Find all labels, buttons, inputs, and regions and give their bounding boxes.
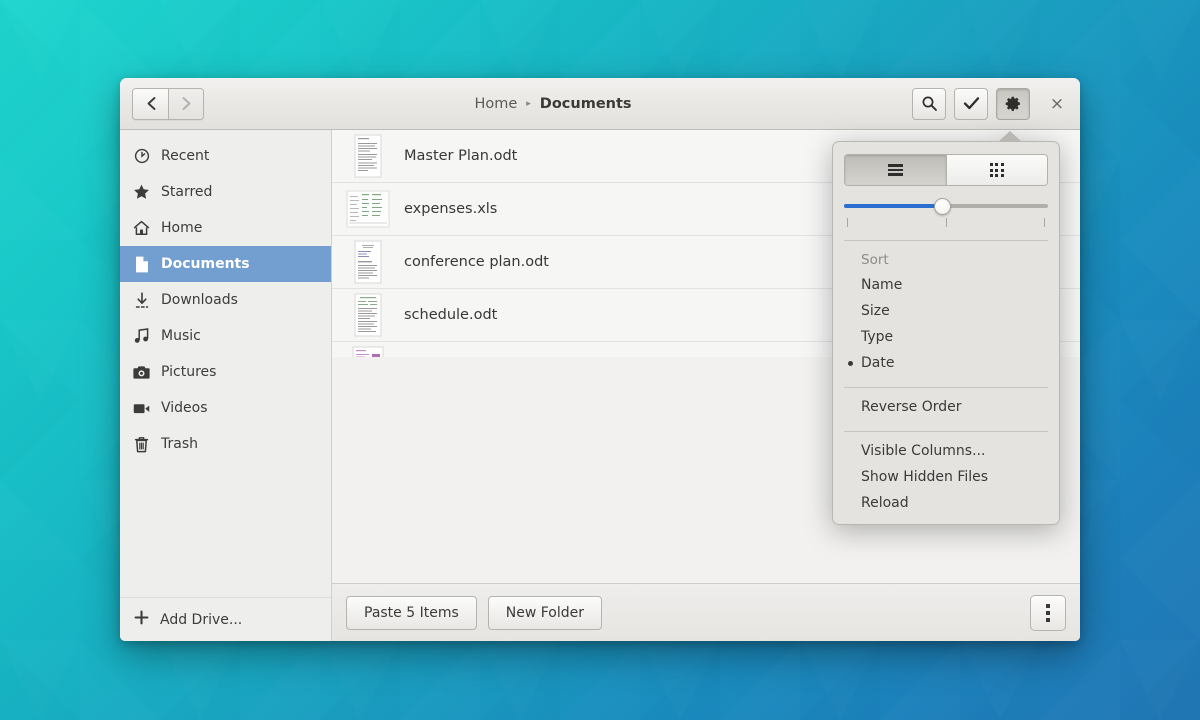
sort-option-label: Size	[861, 303, 890, 319]
chevron-left-icon	[145, 96, 157, 111]
vertical-dots-icon	[1046, 604, 1050, 622]
popover-divider	[844, 431, 1048, 432]
add-drive-label: Add Drive...	[160, 612, 242, 628]
sidebar-item-documents[interactable]: Documents	[120, 246, 331, 282]
home-icon	[133, 220, 150, 237]
sort-option-label: Date	[861, 355, 894, 371]
text-document-thumbnail-icon	[346, 134, 390, 178]
reverse-order-item[interactable]: Reverse Order	[833, 394, 1059, 420]
zoom-slider-container	[844, 199, 1048, 229]
popover-divider	[844, 240, 1048, 241]
breadcrumb-parent[interactable]: Home	[474, 96, 517, 112]
paste-items-button[interactable]: Paste 5 Items	[346, 596, 477, 630]
file-manager-window: Home ▸ Documents	[120, 78, 1080, 641]
sort-option-label: Name	[861, 277, 902, 293]
sort-option-name[interactable]: Name	[833, 272, 1059, 298]
sidebar-item-label: Music	[161, 328, 201, 344]
breadcrumb-current[interactable]: Documents	[540, 96, 632, 112]
sidebar-item-label: Recent	[161, 148, 209, 164]
header-actions: ×	[912, 88, 1070, 120]
desktop-background: Home ▸ Documents	[0, 0, 1200, 720]
popover-divider	[844, 387, 1048, 388]
sort-option-size[interactable]: Size	[833, 298, 1059, 324]
slider-fill	[844, 204, 942, 208]
document-icon	[133, 256, 150, 273]
header-bar: Home ▸ Documents	[120, 78, 1080, 130]
sort-header-label: Sort	[861, 252, 889, 268]
sidebar-item-trash[interactable]: Trash	[120, 426, 331, 462]
more-options-button[interactable]	[1030, 595, 1066, 631]
popover-body: Sort Name Size Type Date Reverse Orde	[832, 141, 1060, 525]
check-icon	[963, 96, 980, 111]
plus-icon	[134, 610, 149, 629]
pdf-document-thumbnail-icon	[346, 346, 390, 357]
music-icon	[133, 328, 150, 345]
sidebar-item-label: Pictures	[161, 364, 216, 380]
sidebar-item-label: Documents	[161, 256, 250, 272]
visible-columns-label: Visible Columns...	[861, 443, 985, 459]
sort-option-label: Type	[861, 329, 893, 345]
text-document-thumbnail-icon	[346, 293, 390, 337]
search-button[interactable]	[912, 88, 946, 120]
clock-icon	[133, 148, 150, 165]
breadcrumb-separator-icon: ▸	[526, 99, 531, 109]
grid-icon	[990, 163, 1004, 177]
text-document-thumbnail-icon	[346, 240, 390, 284]
video-icon	[133, 400, 150, 417]
slider-ticks	[844, 216, 1048, 229]
breadcrumb: Home ▸ Documents	[194, 96, 912, 112]
show-hidden-files-item[interactable]: Show Hidden Files	[833, 464, 1059, 490]
sidebar-item-label: Downloads	[161, 292, 238, 308]
list-view-button[interactable]	[845, 155, 946, 185]
select-button[interactable]	[954, 88, 988, 120]
action-bar: Paste 5 Items New Folder	[332, 583, 1080, 641]
popover-arrow	[998, 131, 1022, 142]
sidebar-item-recent[interactable]: Recent	[120, 138, 331, 174]
reload-item[interactable]: Reload	[833, 490, 1059, 516]
sidebar-item-label: Home	[161, 220, 202, 236]
sidebar-item-home[interactable]: Home	[120, 210, 331, 246]
add-drive-button[interactable]: Add Drive...	[120, 597, 331, 641]
download-icon	[133, 292, 150, 309]
paste-items-label: Paste 5 Items	[364, 605, 459, 621]
trash-icon	[133, 436, 150, 453]
sidebar-item-music[interactable]: Music	[120, 318, 331, 354]
reload-label: Reload	[861, 495, 909, 511]
radio-selected-icon	[848, 361, 853, 366]
back-button[interactable]	[133, 89, 168, 119]
view-options-button[interactable]	[996, 88, 1030, 120]
list-icon	[888, 164, 903, 176]
view-options-popover: Sort Name Size Type Date Reverse Orde	[832, 131, 1060, 525]
chevron-right-icon	[180, 96, 192, 111]
close-button[interactable]: ×	[1044, 89, 1070, 119]
grid-view-button[interactable]	[946, 155, 1048, 185]
sidebar-item-starred[interactable]: Starred	[120, 174, 331, 210]
sidebar-item-downloads[interactable]: Downloads	[120, 282, 331, 318]
sidebar-item-label: Trash	[161, 436, 198, 452]
visible-columns-item[interactable]: Visible Columns...	[833, 438, 1059, 464]
sort-option-type[interactable]: Type	[833, 324, 1059, 350]
new-folder-label: New Folder	[506, 605, 584, 621]
sidebar-item-label: Videos	[161, 400, 208, 416]
new-folder-button[interactable]: New Folder	[488, 596, 602, 630]
view-mode-toggle	[844, 154, 1048, 186]
sort-option-date[interactable]: Date	[833, 350, 1059, 376]
slider-handle[interactable]	[934, 198, 951, 215]
show-hidden-files-label: Show Hidden Files	[861, 469, 988, 485]
search-icon	[921, 95, 938, 112]
zoom-slider[interactable]	[844, 199, 1048, 213]
gear-icon	[1005, 95, 1022, 112]
sidebar-places-list: Recent Starred	[120, 130, 331, 597]
close-icon: ×	[1050, 94, 1064, 114]
spreadsheet-thumbnail-icon	[346, 187, 390, 231]
sidebar-item-videos[interactable]: Videos	[120, 390, 331, 426]
sidebar: Recent Starred	[120, 130, 332, 641]
sidebar-item-label: Starred	[161, 184, 212, 200]
sidebar-item-pictures[interactable]: Pictures	[120, 354, 331, 390]
star-icon	[133, 184, 150, 201]
reverse-order-label: Reverse Order	[861, 399, 962, 415]
camera-icon	[133, 364, 150, 381]
sort-section-header: Sort	[833, 247, 1059, 272]
